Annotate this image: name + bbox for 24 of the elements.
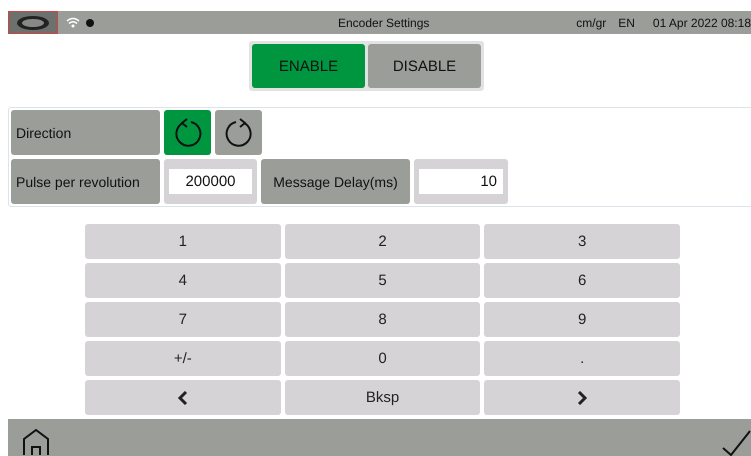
date-time: 01 Apr 2022 08:18 xyxy=(652,16,751,30)
keypad-key[interactable]: 5 xyxy=(284,263,480,298)
delay-field[interactable]: 10 xyxy=(414,159,508,204)
mode-button[interactable]: DISABLE xyxy=(368,44,481,88)
keypad-key[interactable]: +/- xyxy=(85,341,281,376)
keypad-key[interactable]: 8 xyxy=(284,302,480,337)
window-title: Encoder Settings xyxy=(338,16,430,30)
pulse-label: Pulse per revolution xyxy=(11,159,160,204)
units-label: cm/gr xyxy=(576,16,606,30)
keypad-key[interactable]: 9 xyxy=(484,302,680,337)
direction-label: Direction xyxy=(11,110,160,155)
delay-label: Message Delay(ms) xyxy=(261,159,410,204)
keypad-key[interactable]: Bksp xyxy=(284,380,480,415)
keypad-key[interactable]: 2 xyxy=(284,224,480,259)
keypad-key[interactable]: 6 xyxy=(484,263,680,298)
mode-button[interactable]: ENABLE xyxy=(252,44,365,88)
language-label: EN xyxy=(618,16,635,30)
keypad-key[interactable]: 7 xyxy=(85,302,281,337)
keypad-key[interactable]: 1 xyxy=(85,224,281,259)
keypad-key[interactable]: 0 xyxy=(284,341,480,376)
keypad-key[interactable]: . xyxy=(484,341,680,376)
pulse-field[interactable]: 200000 xyxy=(164,159,257,204)
keypad-key[interactable]: 3 xyxy=(484,224,680,259)
keypad-key[interactable]: 4 xyxy=(85,263,281,298)
